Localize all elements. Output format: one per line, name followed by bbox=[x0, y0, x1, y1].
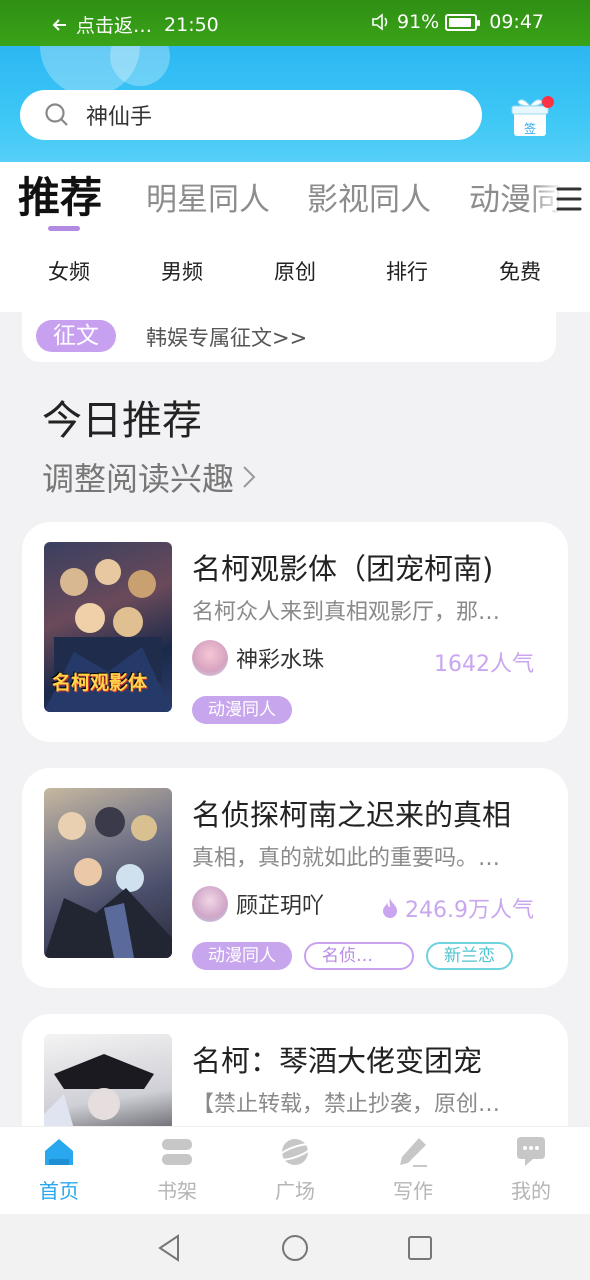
book-description: 真相，真的就如此的重要吗。… bbox=[192, 846, 501, 871]
pen-icon bbox=[400, 1138, 427, 1167]
planet-icon bbox=[276, 1139, 314, 1165]
cover-art bbox=[44, 807, 172, 958]
search-icon bbox=[45, 103, 68, 126]
book-author: 顾芷玥吖 bbox=[192, 886, 324, 922]
category-free[interactable]: 免费 bbox=[475, 256, 565, 286]
search-input[interactable]: 神仙手 bbox=[86, 99, 152, 131]
nav-square[interactable]: 广场 bbox=[250, 1135, 340, 1204]
author-avatar bbox=[192, 886, 228, 922]
nav-label: 广场 bbox=[275, 1179, 315, 1203]
battery-percent: 91% bbox=[397, 11, 440, 33]
book-title: 名柯观影体（团宠柯南) bbox=[192, 552, 494, 586]
category-tabs: 推荐 明星同人 影视同人 动漫同人 bbox=[0, 162, 590, 232]
tab-recommend[interactable]: 推荐 bbox=[18, 164, 102, 225]
book-tag[interactable]: 动漫同人 bbox=[192, 696, 292, 724]
status-bar: 点击返… 21:50 91% 09:47 bbox=[0, 0, 590, 46]
sub-categories: 女频 男频 原创 排行 免费 bbox=[0, 232, 590, 312]
clock: 09:47 bbox=[489, 11, 544, 33]
book-cover: 名柯观影体 bbox=[44, 542, 172, 712]
fire-icon bbox=[383, 898, 398, 918]
book-popularity: 246.9万人气 bbox=[381, 892, 534, 924]
nav-bookshelf[interactable]: 书架 bbox=[132, 1135, 222, 1204]
back-to-app[interactable]: 点击返… 21:50 bbox=[52, 11, 219, 38]
menu-icon[interactable] bbox=[554, 186, 584, 212]
tab-celebrity-fanfic[interactable]: 明星同人 bbox=[146, 174, 270, 219]
system-navigation bbox=[0, 1214, 590, 1280]
header: 神仙手 签 bbox=[0, 46, 590, 162]
chevron-right-icon bbox=[243, 466, 256, 488]
book-author: 神彩水珠 bbox=[192, 640, 324, 676]
book-tags: 动漫同人 名侦… 新兰恋 bbox=[192, 942, 513, 970]
bookshelf-icon bbox=[162, 1139, 192, 1165]
author-avatar bbox=[192, 640, 228, 676]
category-male[interactable]: 男频 bbox=[137, 256, 227, 286]
author-name: 顾芷玥吖 bbox=[236, 894, 325, 919]
chat-icon bbox=[517, 1137, 545, 1166]
nav-home[interactable]: 首页 bbox=[14, 1135, 104, 1204]
category-original[interactable]: 原创 bbox=[250, 256, 340, 286]
book-card[interactable]: 名柯观影体 名柯观影体（团宠柯南) 名柯众人来到真相观影厅，那… 神彩水珠 16… bbox=[22, 522, 568, 742]
popularity-value: 246.9万人气 bbox=[405, 898, 534, 923]
back-time: 21:50 bbox=[164, 13, 219, 36]
gift-label: 签 bbox=[524, 122, 537, 136]
book-tag[interactable]: 名侦… bbox=[304, 942, 414, 970]
nav-label: 书架 bbox=[157, 1179, 197, 1203]
nav-write[interactable]: 写作 bbox=[368, 1135, 458, 1204]
nav-label: 首页 bbox=[39, 1179, 79, 1203]
category-female[interactable]: 女频 bbox=[24, 256, 114, 286]
search-bar[interactable]: 神仙手 bbox=[20, 90, 482, 140]
recents-icon[interactable] bbox=[407, 1235, 433, 1261]
battery-icon bbox=[445, 13, 481, 31]
notice-text: 韩娱专属征文>> bbox=[146, 326, 308, 350]
home-icon bbox=[45, 1139, 73, 1165]
tab-film-fanfic[interactable]: 影视同人 bbox=[307, 174, 431, 219]
author-name: 神彩水珠 bbox=[236, 648, 325, 673]
book-title: 名侦探柯南之迟来的真相 bbox=[192, 798, 512, 832]
book-title: 名柯：琴酒大佬变团宠 bbox=[192, 1044, 483, 1078]
cover-art bbox=[44, 1054, 154, 1126]
adjust-interest-link[interactable]: 调整阅读兴趣 bbox=[42, 454, 256, 500]
home-circle-icon[interactable] bbox=[281, 1234, 309, 1262]
back-icon[interactable] bbox=[156, 1234, 182, 1262]
book-tags: 动漫同人 bbox=[192, 696, 292, 724]
book-card[interactable]: 名侦探柯南之迟来的真相 真相，真的就如此的重要吗。… 顾芷玥吖 246.9万人气… bbox=[22, 768, 568, 988]
book-description: 【禁止转载，禁止抄袭，原创… bbox=[192, 1092, 501, 1117]
nav-label: 写作 bbox=[393, 1179, 433, 1203]
book-tag[interactable]: 动漫同人 bbox=[192, 942, 292, 970]
bottom-navigation: 首页 书架 广场 写作 我的 bbox=[0, 1126, 590, 1214]
section-subtitle: 调整阅读兴趣 bbox=[42, 460, 235, 498]
popularity-value: 1642人气 bbox=[434, 652, 534, 677]
battery-level bbox=[449, 17, 472, 27]
back-label: 点击返… bbox=[76, 15, 153, 37]
contest-notice[interactable]: 征文 韩娱专属征文>> bbox=[22, 312, 556, 362]
book-description: 名柯众人来到真相观影厅，那… bbox=[192, 600, 501, 625]
category-ranking[interactable]: 排行 bbox=[362, 256, 452, 286]
check-in-button[interactable]: 签 bbox=[508, 96, 554, 140]
book-cover bbox=[44, 788, 172, 958]
nav-label: 我的 bbox=[511, 1179, 551, 1203]
active-tab-indicator bbox=[48, 226, 80, 231]
book-tag[interactable]: 新兰恋 bbox=[426, 942, 513, 970]
book-card[interactable]: 名柯：琴酒大佬变团宠 【禁止转载，禁止抄袭，原创… bbox=[22, 1014, 568, 1126]
notice-badge: 征文 bbox=[36, 320, 116, 352]
back-arrow-icon bbox=[52, 18, 66, 31]
section-title: 今日推荐 bbox=[42, 398, 202, 444]
book-cover bbox=[44, 1034, 172, 1126]
cover-title: 名柯观影体 bbox=[52, 672, 148, 694]
volume-icon bbox=[372, 13, 388, 31]
book-popularity: 1642人气 bbox=[434, 646, 534, 678]
nav-me[interactable]: 我的 bbox=[486, 1135, 576, 1204]
